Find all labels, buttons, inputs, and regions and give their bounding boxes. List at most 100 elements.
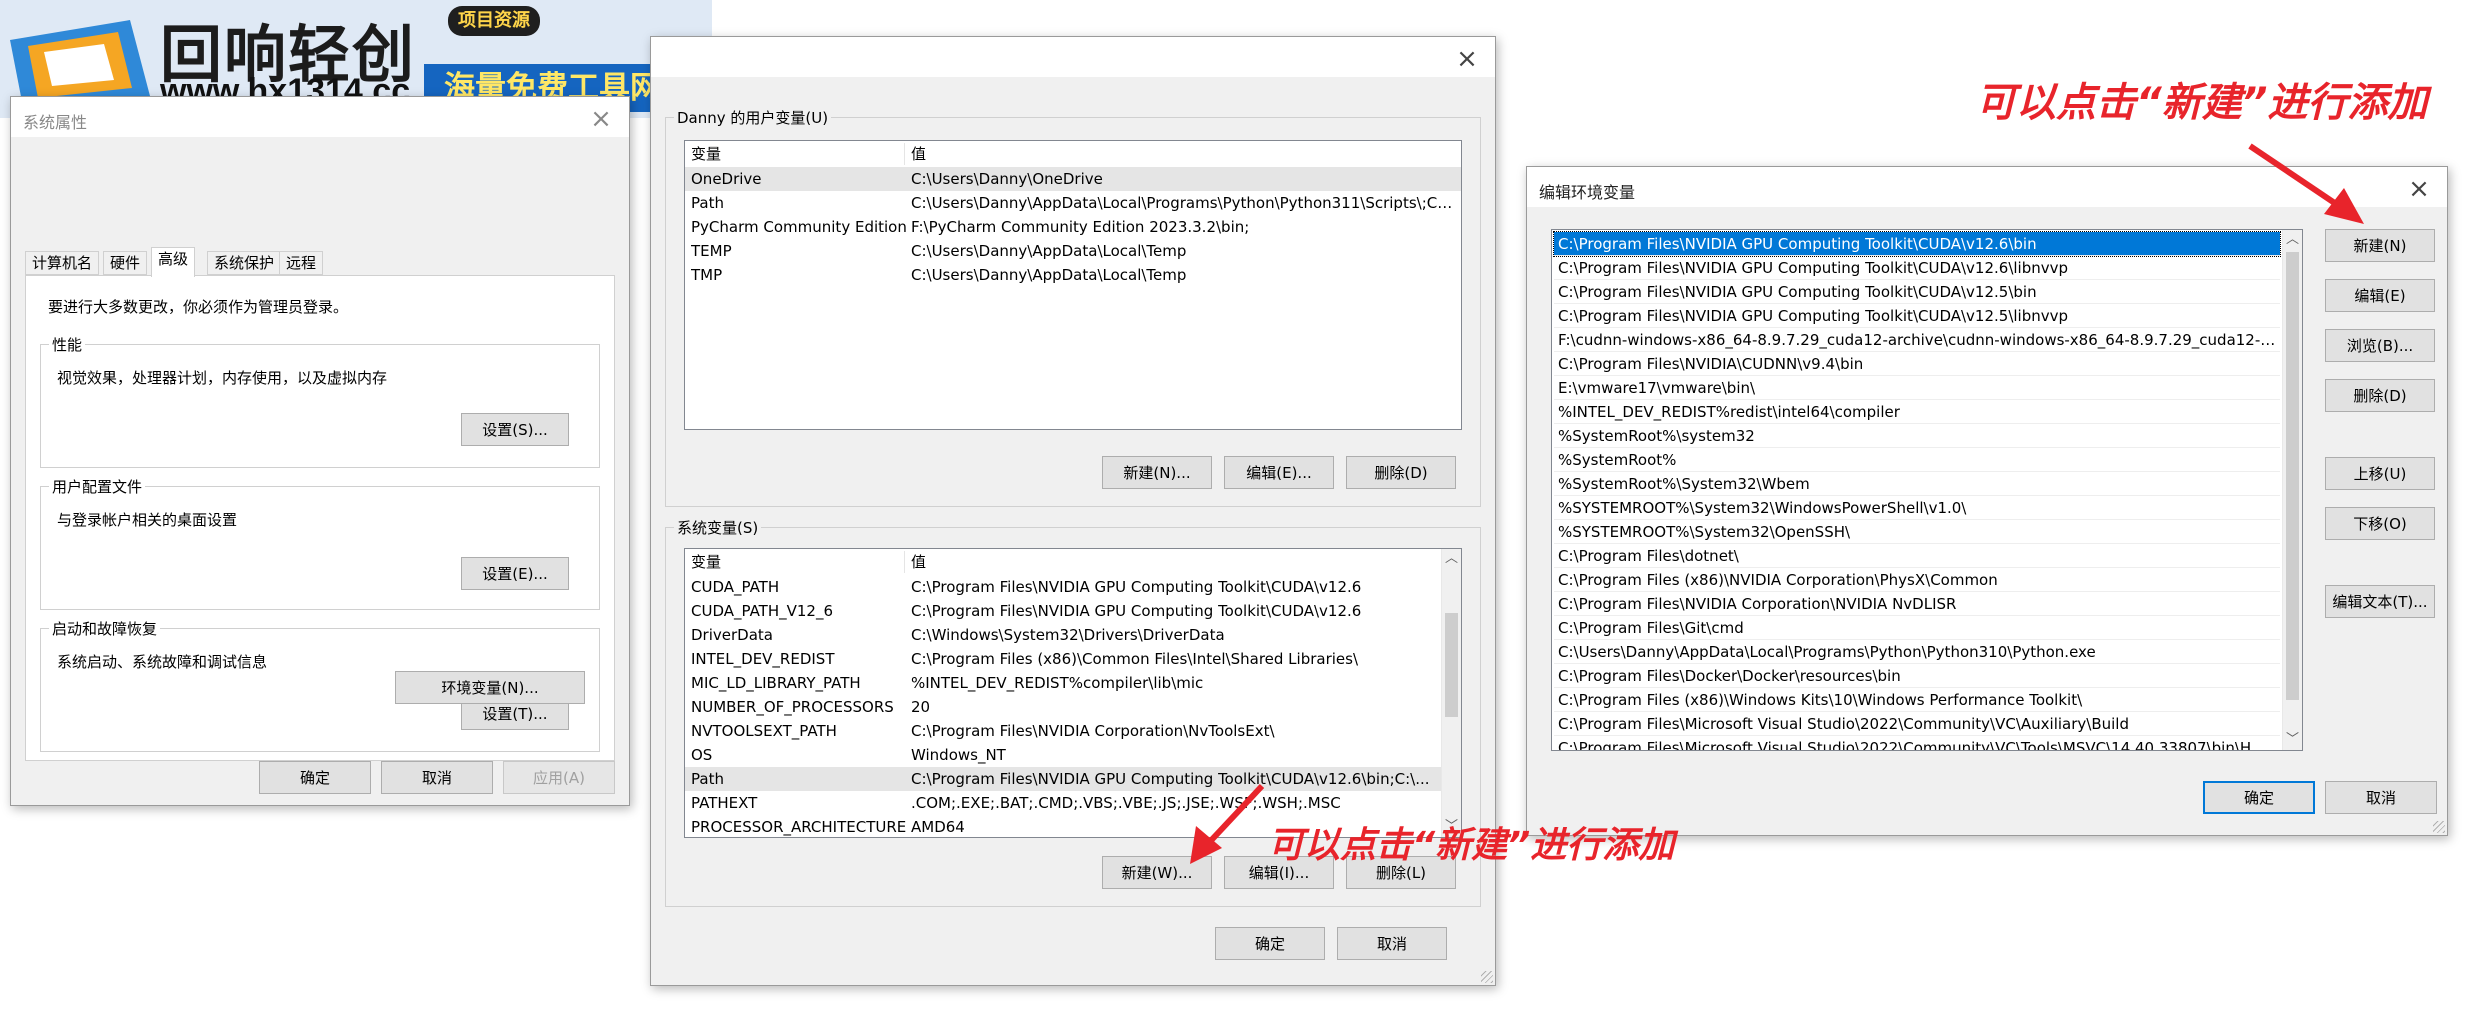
- path-entry[interactable]: C:\Program Files\NVIDIA\CUDNN\v9.4\bin: [1554, 352, 2280, 376]
- resize-grip-icon[interactable]: [1481, 971, 1493, 983]
- path-entry[interactable]: C:\Program Files\NVIDIA GPU Computing To…: [1554, 256, 2280, 280]
- annotation-bottom: 可以点击“新建”进行添加: [1268, 825, 1675, 866]
- system-variables-list[interactable]: 变量 值 CUDA_PATH C:\Program Files\NVIDIA GP…: [684, 548, 1462, 838]
- user-new-button[interactable]: 新建(N)...: [1102, 456, 1212, 489]
- path-entry[interactable]: C:\Program Files (x86)\NVIDIA Corporatio…: [1554, 568, 2280, 592]
- cancel-button[interactable]: 取消: [1337, 927, 1447, 960]
- path-entry[interactable]: %SYSTEMROOT%\System32\WindowsPowerShell\…: [1554, 496, 2280, 520]
- path-entry[interactable]: C:\Program Files\Microsoft Visual Studio…: [1554, 736, 2280, 750]
- system-variables-rows: CUDA_PATH C:\Program Files\NVIDIA GPU Com…: [685, 549, 1441, 837]
- column-header-variable[interactable]: 变量: [691, 141, 906, 167]
- group-desc: 视觉效果，处理器计划，内存使用，以及虚拟内存: [57, 369, 388, 387]
- group-label: 系统变量(S): [674, 517, 762, 538]
- system-properties-titlebar: 系统属性 ×: [11, 97, 629, 137]
- tab-computer-name[interactable]: 计算机名: [25, 251, 100, 275]
- group-label: 性能: [49, 334, 86, 355]
- admin-note: 要进行大多数更改，你必须作为管理员登录。: [48, 298, 349, 316]
- scroll-down-icon[interactable]: ﹀: [2283, 730, 2302, 750]
- scroll-up-icon[interactable]: ︿: [1442, 549, 1461, 569]
- resize-grip-icon[interactable]: [2433, 821, 2445, 833]
- path-entry[interactable]: C:\Program Files\NVIDIA Corporation\NVID…: [1554, 592, 2280, 616]
- performance-settings-button[interactable]: 设置(S)...: [461, 413, 569, 446]
- system-properties-window: 系统属性 × 计算机名 硬件 高级 系统保护 远程 要进行大多数更改，你必须作为…: [10, 96, 630, 806]
- path-entry[interactable]: F:\cudnn-windows-x86_64-8.9.7.29_cuda12-…: [1554, 328, 2280, 352]
- user-variables-list[interactable]: 变量 值 OneDrive C:\Users\Danny\OneDrive Pat…: [684, 140, 1462, 430]
- window-title: 编辑环境变量: [1539, 183, 1636, 202]
- path-entry[interactable]: %INTEL_DEV_REDIST%redist\intel64\compile…: [1554, 400, 2280, 424]
- path-entry[interactable]: C:\Program Files (x86)\Windows Kits\10\W…: [1554, 688, 2280, 712]
- group-desc: 与登录帐户相关的桌面设置: [57, 511, 238, 529]
- path-entry[interactable]: %SystemRoot%: [1554, 448, 2280, 472]
- apply-button[interactable]: 应用(A): [503, 761, 615, 794]
- path-entry[interactable]: C:\Users\Danny\AppData\Local\Programs\Py…: [1554, 640, 2280, 664]
- path-entry[interactable]: %SystemRoot%\system32: [1554, 424, 2280, 448]
- move-up-button[interactable]: 上移(U): [2325, 457, 2435, 490]
- path-entry[interactable]: E:\vmware17\vmware\bin\: [1554, 376, 2280, 400]
- path-entry[interactable]: C:\Program Files\dotnet\: [1554, 544, 2280, 568]
- close-icon[interactable]: ×: [2405, 175, 2433, 203]
- system-variables-scrollbar[interactable]: ︿ ﹀: [1441, 549, 1461, 837]
- watermark-badge: 项目资源: [448, 6, 540, 36]
- environment-variables-titlebar: ×: [651, 37, 1495, 77]
- edit-env-titlebar: 编辑环境变量 ×: [1527, 167, 2447, 207]
- path-entry-selected[interactable]: C:\Program Files\NVIDIA GPU Computing To…: [1553, 231, 2281, 257]
- list-item[interactable]: TMP C:\Users\Danny\AppData\Local\Temp: [685, 263, 1461, 287]
- move-down-button[interactable]: 下移(O): [2325, 507, 2435, 540]
- path-entries-scrollbar[interactable]: ︿ ﹀: [2282, 230, 2302, 750]
- tab-hardware[interactable]: 硬件: [103, 251, 148, 275]
- list-item[interactable]: CUDA_PATH C:\Program Files\NVIDIA GPU Com…: [685, 575, 1441, 599]
- group-label: Danny 的用户变量(U): [674, 107, 832, 128]
- ok-button[interactable]: 确定: [1215, 927, 1325, 960]
- environment-variables-button[interactable]: 环境变量(N)...: [395, 671, 585, 704]
- browse-button[interactable]: 浏览(B)...: [2325, 329, 2435, 362]
- group-user-profiles: 用户配置文件 与登录帐户相关的桌面设置 设置(E)...: [40, 476, 600, 610]
- path-entry[interactable]: C:\Program Files\NVIDIA GPU Computing To…: [1554, 280, 2280, 304]
- new-entry-button[interactable]: 新建(N): [2325, 229, 2435, 262]
- column-header-value[interactable]: 值: [911, 141, 1455, 167]
- cancel-button[interactable]: 取消: [381, 761, 493, 794]
- tab-remote[interactable]: 远程: [279, 251, 324, 275]
- list-item[interactable]: DriverData C:\Windows\System32\Drivers\Dr…: [685, 623, 1441, 647]
- edit-environment-variable-window: 编辑环境变量 × C:\Program Files\NVIDIA GPU Com…: [1526, 166, 2448, 836]
- scroll-thumb[interactable]: [1445, 613, 1458, 717]
- edit-text-button[interactable]: 编辑文本(T)...: [2325, 585, 2435, 618]
- path-entries-list[interactable]: C:\Program Files\NVIDIA GPU Computing To…: [1551, 229, 2303, 751]
- tab-system-protection[interactable]: 系统保护: [207, 251, 282, 275]
- list-item[interactable]: INTEL_DEV_REDIST C:\Program Files (x86)\C…: [685, 647, 1441, 671]
- user-delete-button[interactable]: 删除(D): [1346, 456, 1456, 489]
- list-item[interactable]: NUMBER_OF_PROCESSORS 20: [685, 695, 1441, 719]
- list-item[interactable]: OneDrive C:\Users\Danny\OneDrive: [685, 167, 1461, 191]
- annotation-top: 可以点击“新建”进行添加: [1976, 80, 2428, 126]
- tab-advanced[interactable]: 高级: [151, 247, 196, 277]
- list-item[interactable]: PATHEXT .COM;.EXE;.BAT;.CMD;.VBS;.VBE;.JS…: [685, 791, 1441, 815]
- user-profiles-settings-button[interactable]: 设置(E)...: [461, 557, 569, 590]
- edit-entry-button[interactable]: 编辑(E): [2325, 279, 2435, 312]
- group-user-variables: Danny 的用户变量(U) 变量 值 OneDrive C:\Users\Dan…: [665, 107, 1481, 507]
- list-item[interactable]: CUDA_PATH_V12_6 C:\Program Files\NVIDIA G…: [685, 599, 1441, 623]
- scroll-up-icon[interactable]: ︿: [2283, 230, 2302, 250]
- list-item[interactable]: NVTOOLSEXT_PATH C:\Program Files\NVIDIA C…: [685, 719, 1441, 743]
- close-icon[interactable]: ×: [587, 105, 615, 133]
- list-item[interactable]: Path C:\Users\Danny\AppData\Local\Program…: [685, 191, 1461, 215]
- window-title: 系统属性: [23, 113, 88, 132]
- scroll-thumb[interactable]: [2286, 252, 2299, 700]
- path-entry[interactable]: C:\Program Files\Docker\Docker\resources…: [1554, 664, 2280, 688]
- list-item[interactable]: OS Windows_NT: [685, 743, 1441, 767]
- cancel-button[interactable]: 取消: [2325, 781, 2437, 814]
- list-item[interactable]: TEMP C:\Users\Danny\AppData\Local\Temp: [685, 239, 1461, 263]
- list-item[interactable]: MIC_LD_LIBRARY_PATH %INTEL_DEV_REDIST%com…: [685, 671, 1441, 695]
- ok-button[interactable]: 确定: [2203, 781, 2315, 814]
- list-item[interactable]: PyCharm Community Edition F:\PyCharm Comm…: [685, 215, 1461, 239]
- path-entry[interactable]: C:\Program Files\Git\cmd: [1554, 616, 2280, 640]
- system-new-button[interactable]: 新建(W)...: [1102, 856, 1212, 889]
- path-entry[interactable]: %SYSTEMROOT%\System32\OpenSSH\: [1554, 520, 2280, 544]
- group-desc: 系统启动、系统故障和调试信息: [57, 653, 268, 671]
- user-edit-button[interactable]: 编辑(E)...: [1224, 456, 1334, 489]
- path-entry[interactable]: %SystemRoot%\System32\Wbem: [1554, 472, 2280, 496]
- path-entry[interactable]: C:\Program Files\NVIDIA GPU Computing To…: [1554, 304, 2280, 328]
- list-item-path-selected[interactable]: Path C:\Program Files\NVIDIA GPU Computin…: [685, 767, 1441, 791]
- close-icon[interactable]: ×: [1453, 45, 1481, 73]
- path-entry[interactable]: C:\Program Files\Microsoft Visual Studio…: [1554, 712, 2280, 736]
- delete-entry-button[interactable]: 删除(D): [2325, 379, 2435, 412]
- ok-button[interactable]: 确定: [259, 761, 371, 794]
